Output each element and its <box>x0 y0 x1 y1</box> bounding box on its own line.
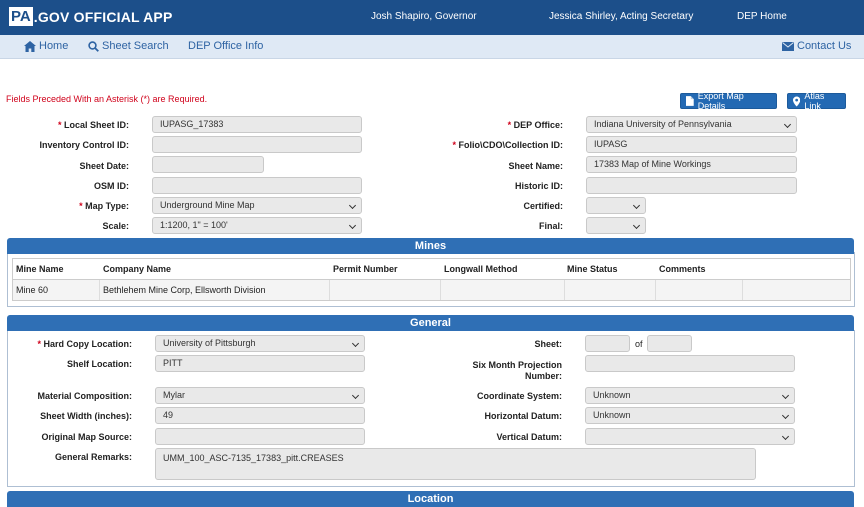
vertical-datum-label: Vertical Datum: <box>496 432 562 442</box>
coordinate-system-select[interactable]: Unknown <box>585 387 795 404</box>
col-mine-name[interactable]: Mine Name <box>16 259 64 279</box>
map-type-label: * Map Type: <box>79 201 129 211</box>
sheet-date-label: Sheet Date: <box>79 161 129 171</box>
shelf-location-label: Shelf Location: <box>67 359 132 369</box>
historic-id-label: Historic ID: <box>514 181 563 191</box>
home-icon <box>24 40 36 52</box>
material-composition-select[interactable]: Mylar <box>155 387 365 404</box>
nav-sheet-search-label: Sheet Search <box>102 40 169 52</box>
mine-name-cell: Mine 60 <box>16 285 49 295</box>
required-fields-note: Fields Preceded With an Asterisk (*) are… <box>6 94 208 104</box>
pa-logo: PA <box>9 7 33 26</box>
horizontal-datum-select[interactable]: Unknown <box>585 407 795 424</box>
col-mine-status[interactable]: Mine Status <box>567 259 618 279</box>
local-sheet-id-input[interactable]: IUPASG_17383 <box>152 116 362 133</box>
nav-contact-us-label: Contact Us <box>797 40 852 52</box>
general-section-header: General <box>7 315 854 331</box>
certified-select[interactable] <box>586 197 646 214</box>
sheet-name-input[interactable]: 17383 Map of Mine Workings <box>586 156 797 173</box>
governor-link[interactable]: Josh Shapiro, Governor <box>371 11 477 22</box>
nav-dep-office-info-label: DEP Office Info <box>188 40 264 52</box>
hard-copy-location-label: * Hard Copy Location: <box>37 339 132 349</box>
scale-select[interactable]: 1:1200, 1" = 100' <box>152 217 362 234</box>
hard-copy-location-select[interactable]: University of Pittsburgh <box>155 335 365 352</box>
nav-sheet-search[interactable]: Sheet Search <box>88 40 169 52</box>
sheet-width-label: Sheet Width (inches): <box>40 411 132 421</box>
final-label: Final: <box>539 221 563 231</box>
folio-label: * Folio\CDO\Collection ID: <box>452 140 563 150</box>
col-longwall-method[interactable]: Longwall Method <box>444 259 518 279</box>
nav-home[interactable]: Home <box>24 40 68 52</box>
osm-id-input[interactable] <box>152 177 362 194</box>
sheet-width-input[interactable]: 49 <box>155 407 365 424</box>
col-comments[interactable]: Comments <box>659 259 706 279</box>
sheet-of-label: of <box>635 339 643 349</box>
mines-table: Mine Name Company Name Permit Number Lon… <box>12 258 851 301</box>
map-type-select[interactable]: Underground Mine Map <box>152 197 362 214</box>
six-month-projection-label: Six Month Projection Number: <box>472 360 562 381</box>
table-row[interactable]: Mine 60 Bethlehem Mine Corp, Ellsworth D… <box>13 280 850 300</box>
six-month-projection-input[interactable] <box>585 355 795 372</box>
brand-title: .GOV OFFICIAL APP <box>33 8 173 25</box>
map-marker-icon <box>793 95 801 107</box>
osm-id-label: OSM ID: <box>94 181 129 191</box>
brand[interactable]: PA .GOV OFFICIAL APP <box>9 7 172 26</box>
atlas-link-button[interactable]: Atlas Link <box>787 91 846 111</box>
folio-input[interactable]: IUPASG <box>586 136 797 153</box>
historic-id-input[interactable] <box>586 177 797 194</box>
nav-bar: Home Sheet Search DEP Office Info Contac… <box>0 35 864 59</box>
certified-label: Certified: <box>523 201 563 211</box>
col-company-name[interactable]: Company Name <box>103 259 171 279</box>
sheet-number-input[interactable] <box>585 335 630 352</box>
general-remarks-label: General Remarks: <box>54 452 132 462</box>
inventory-control-id-input[interactable] <box>152 136 362 153</box>
dep-office-select[interactable]: Indiana University of Pennsylvania <box>586 116 797 133</box>
top-banner: PA .GOV OFFICIAL APP Josh Shapiro, Gover… <box>0 0 864 35</box>
shelf-location-input[interactable]: PITT <box>155 355 365 372</box>
company-name-cell: Bethlehem Mine Corp, Ellsworth Division <box>103 285 266 295</box>
nav-home-label: Home <box>39 40 69 52</box>
export-map-details-button[interactable]: Export Map Details <box>680 91 777 111</box>
coordinate-system-label: Coordinate System: <box>476 391 562 401</box>
vertical-datum-select[interactable] <box>585 428 795 445</box>
nav-dep-office-info[interactable]: DEP Office Info <box>188 40 263 52</box>
final-select[interactable] <box>586 217 646 234</box>
col-permit-number[interactable]: Permit Number <box>333 259 398 279</box>
original-map-source-input[interactable] <box>155 428 365 445</box>
mines-table-header: Mine Name Company Name Permit Number Lon… <box>13 259 850 280</box>
sheet-date-input[interactable] <box>152 156 264 173</box>
sheet-total-input[interactable] <box>647 335 692 352</box>
location-section-header: Location <box>7 491 854 507</box>
atlas-link-label: Atlas Link <box>804 91 825 111</box>
material-composition-label: Material Composition: <box>37 391 132 401</box>
mines-section-header: Mines <box>7 238 854 254</box>
sheet-name-label: Sheet Name: <box>508 161 563 171</box>
local-sheet-id-label: * Local Sheet ID: <box>57 120 129 130</box>
horizontal-datum-label: Horizontal Datum: <box>484 411 563 421</box>
nav-contact-us[interactable]: Contact Us <box>782 40 851 52</box>
secretary-link[interactable]: Jessica Shirley, Acting Secretary <box>549 11 693 22</box>
inventory-control-id-label: Inventory Control ID: <box>39 140 130 150</box>
export-map-details-label: Export Map Details <box>697 91 744 111</box>
general-remarks-textarea[interactable]: UMM_100_ASC-7135_17383_pitt.CREASES <box>155 448 756 480</box>
envelope-icon <box>782 41 794 51</box>
dep-office-label: * DEP Office: <box>507 120 563 130</box>
scale-label: Scale: <box>102 221 129 231</box>
sheet-label: Sheet: <box>534 339 562 349</box>
original-map-source-label: Original Map Source: <box>41 432 132 442</box>
search-icon <box>88 40 99 52</box>
document-icon <box>686 96 694 106</box>
dep-home-link[interactable]: DEP Home <box>737 11 787 22</box>
